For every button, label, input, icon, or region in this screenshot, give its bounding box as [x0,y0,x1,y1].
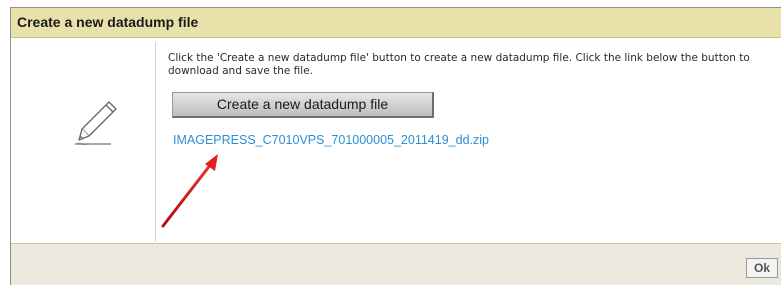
download-file-link[interactable]: IMAGEPRESS_C7010VPS_701000005_2011419_dd… [173,133,489,147]
pencil-icon [75,101,117,146]
top-margin [5,0,781,7]
description-text: Click the 'Create a new datadump file' b… [168,52,750,77]
create-datadump-button[interactable]: Create a new datadump file [172,92,434,118]
dialog-titlebar: Create a new datadump file [11,8,781,38]
dialog-footer: Ok [11,243,781,285]
column-divider [155,42,156,242]
icon-cell [13,40,155,242]
datadump-dialog: Create a new datadump file Click the 'Cr… [0,0,781,285]
dialog-content: Click the 'Create a new datadump file' b… [168,52,768,147]
ok-button[interactable]: Ok [746,258,778,278]
dialog-title: Create a new datadump file [17,14,199,30]
